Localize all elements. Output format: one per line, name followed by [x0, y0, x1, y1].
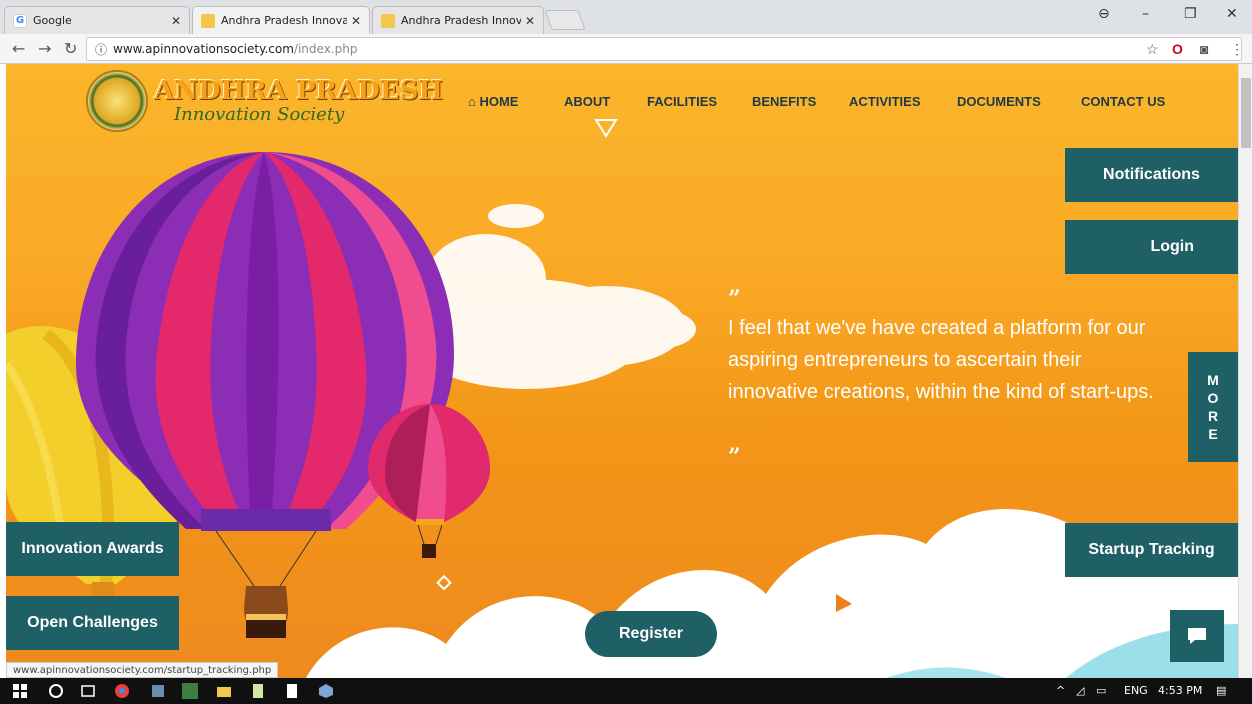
open-challenges-button[interactable]: Open Challenges [6, 596, 179, 650]
nav-about[interactable]: ABOUT [564, 94, 610, 109]
nav-activities[interactable]: ACTIVITIES [849, 94, 921, 109]
nav-facilities[interactable]: FACILITIES [647, 94, 717, 109]
browser-tab-strip: G Google ✕ Andhra Pradesh Innovatio ✕ An… [0, 0, 1252, 34]
camera-icon[interactable]: ◙ [1200, 41, 1208, 57]
site-favicon-icon [381, 13, 395, 28]
window-close-icon[interactable]: ✕ [1226, 6, 1238, 22]
link-status-url: www.apinnovationsociety.com/startup_trac… [6, 662, 279, 678]
more-letter: R [1207, 408, 1219, 424]
tab-google[interactable]: G Google ✕ [4, 6, 190, 34]
innovation-awards-button[interactable]: Innovation Awards [6, 522, 179, 576]
tab-label: Andhra Pradesh Innovatio [221, 14, 347, 27]
tab-label: Google [33, 14, 72, 27]
forward-icon[interactable]: → [38, 39, 51, 58]
more-letter: E [1208, 426, 1218, 442]
network-app-icon[interactable] [150, 683, 166, 699]
tray-network-icon[interactable]: ◿ [1076, 684, 1084, 697]
url-path: /index.php [293, 42, 358, 56]
more-letter: M [1207, 372, 1219, 388]
tab-andhra-active[interactable]: Andhra Pradesh Innovatio ✕ [192, 6, 370, 34]
nav-benefits[interactable]: BENEFITS [752, 94, 816, 109]
nav-documents[interactable]: DOCUMENTS [957, 94, 1041, 109]
chat-icon [1188, 628, 1206, 644]
quote-close-mark: ” [728, 444, 741, 470]
task-view-icon[interactable] [80, 683, 96, 699]
google-icon: G [13, 13, 27, 28]
url-host: www.apinnovationsociety.com [113, 42, 294, 56]
close-icon[interactable]: ✕ [171, 14, 181, 28]
document-icon[interactable] [284, 683, 300, 699]
notepad-icon[interactable] [250, 683, 266, 699]
browser-toolbar: ← → ↻ ⓘ www.apinnovationsociety.com/inde… [0, 34, 1252, 64]
logo-subtitle: Innovation Society [174, 104, 345, 125]
page-scrollbar[interactable] [1238, 64, 1252, 678]
new-tab-button[interactable] [544, 10, 586, 30]
clock-time[interactable]: 4:53 PM [1158, 684, 1202, 697]
login-button[interactable]: Login [1065, 220, 1238, 274]
tray-battery-icon[interactable]: ▭ [1096, 684, 1106, 697]
search-icon[interactable] [48, 683, 64, 699]
small-balloon [368, 404, 490, 558]
more-letter: O [1207, 390, 1219, 406]
action-center-icon[interactable]: ▤ [1216, 684, 1226, 697]
startup-tracking-button[interactable]: Startup Tracking [1065, 523, 1238, 577]
tab-andhra-2[interactable]: Andhra Pradesh Innovatio ✕ [372, 6, 544, 34]
opera-icon[interactable]: O [1172, 41, 1183, 57]
bookmark-star-icon[interactable]: ☆ [1146, 41, 1159, 58]
chat-button[interactable] [1170, 610, 1224, 662]
site-favicon-icon [201, 13, 215, 28]
nav-home[interactable]: ⌂ HOME [468, 94, 518, 109]
minimize-icon[interactable]: – [1142, 6, 1149, 22]
about-dropdown-caret-icon [594, 119, 618, 138]
more-button[interactable]: M O R E [1188, 352, 1238, 462]
reload-icon[interactable]: ↻ [64, 39, 77, 58]
close-icon[interactable]: ✕ [351, 14, 361, 28]
testimonial-quote: I feel that we've have created a platfor… [728, 317, 1154, 403]
state-emblem-logo[interactable] [86, 70, 148, 132]
windows-taskbar: ^ ◿ ▭ ENG 4:53 PM ▤ [0, 678, 1252, 704]
home-icon: ⌂ [468, 94, 480, 109]
app-icon[interactable] [182, 683, 198, 699]
maximize-icon[interactable]: ❐ [1184, 6, 1197, 22]
hero-section: ANDHRA PRADESH Innovation Society ⌂ HOME… [6, 64, 1238, 678]
menu-dots-icon[interactable]: ⋮ [1230, 41, 1244, 58]
quote-open-mark: ” [728, 286, 741, 312]
register-button[interactable]: Register [585, 611, 717, 657]
profile-icon[interactable]: ⊖ [1098, 6, 1110, 22]
tray-chevron-icon[interactable]: ^ [1056, 684, 1065, 697]
windows-start-icon[interactable] [12, 683, 28, 699]
info-icon[interactable]: ⓘ [95, 41, 107, 58]
logo-title[interactable]: ANDHRA PRADESH [154, 76, 443, 106]
tab-label: Andhra Pradesh Innovatio [401, 14, 521, 27]
back-icon[interactable]: ← [12, 39, 25, 58]
address-bar[interactable]: ⓘ www.apinnovationsociety.com/index.php [86, 37, 1242, 61]
language-indicator[interactable]: ENG [1124, 684, 1148, 697]
scroll-thumb[interactable] [1241, 78, 1251, 148]
nav-contact-us[interactable]: CONTACT US [1081, 94, 1165, 109]
chrome-icon[interactable] [114, 683, 130, 699]
file-explorer-icon[interactable] [216, 683, 232, 699]
close-icon[interactable]: ✕ [525, 14, 535, 28]
cube-app-icon[interactable] [318, 683, 334, 699]
notifications-button[interactable]: Notifications [1065, 148, 1238, 202]
